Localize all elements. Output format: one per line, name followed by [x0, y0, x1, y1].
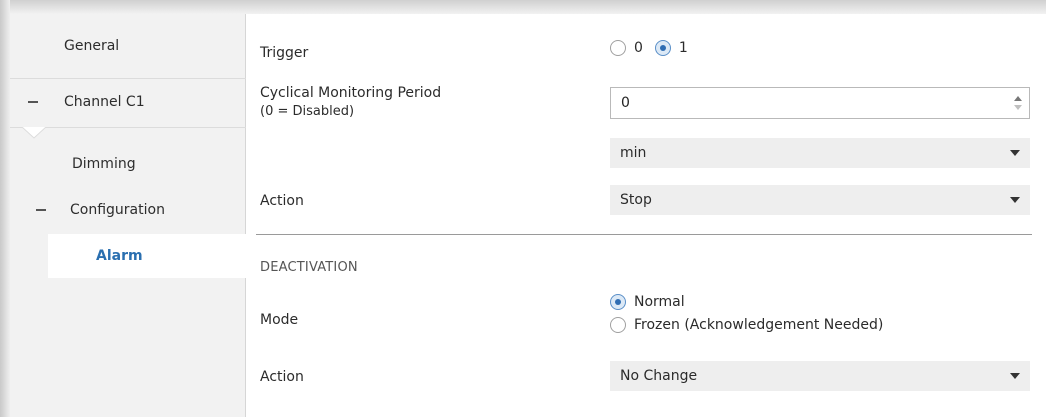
chevron-down-icon	[1010, 150, 1020, 156]
section-divider	[256, 234, 1032, 235]
spin-arrows[interactable]	[1007, 88, 1029, 118]
chevron-down-icon	[22, 127, 46, 139]
mode-option-label: Frozen (Acknowledgement Needed)	[634, 317, 884, 333]
trigger-radio-1[interactable]	[654, 40, 671, 56]
mode-radio-normal[interactable]: Normal	[610, 294, 685, 310]
sidebar-item-label: Configuration	[70, 202, 165, 218]
sidebar-item-alarm[interactable]: Alarm	[48, 234, 247, 278]
select-value: min	[620, 145, 647, 161]
deactivation-action-select[interactable]: No Change	[610, 361, 1030, 391]
sidebar-divider	[46, 127, 246, 128]
chevron-down-icon	[1010, 373, 1020, 379]
select-value: No Change	[620, 368, 698, 384]
trigger-option-label: 0	[634, 40, 643, 56]
sidebar-item-label: General	[64, 38, 120, 54]
app-frame: General Channel C1 Dimming Configuration…	[0, 0, 1046, 417]
cyclical-period-spinbox[interactable]: 0	[610, 87, 1030, 119]
mode-radio-normal-button[interactable]	[610, 294, 626, 310]
window-shadow-left	[0, 0, 10, 417]
sidebar-item-label: Alarm	[96, 248, 143, 264]
trigger-option-label: 1	[678, 40, 688, 56]
cyclical-period-value: 0	[621, 95, 630, 111]
sidebar-nav: General Channel C1 Dimming Configuration…	[10, 14, 247, 417]
sidebar-item-dimming[interactable]: Dimming	[10, 142, 246, 186]
cyclical-period-label: Cyclical Monitoring Period	[260, 85, 442, 101]
sidebar-item-configuration[interactable]: Configuration	[10, 188, 246, 232]
chevron-down-icon	[1010, 197, 1020, 203]
collapse-icon[interactable]	[28, 101, 38, 103]
window-shadow-top	[0, 0, 1046, 14]
mode-option-label: Normal	[634, 294, 685, 310]
deactivation-action-label: Action	[260, 369, 304, 385]
arrow-up-icon[interactable]	[1014, 96, 1022, 101]
sidebar-divider	[10, 78, 246, 79]
sidebar-divider	[10, 127, 22, 128]
action-select[interactable]: Stop	[610, 185, 1030, 215]
select-value: Stop	[620, 192, 652, 208]
sidebar-item-channel-c1[interactable]: Channel C1	[10, 80, 246, 124]
mode-radio-frozen-button[interactable]	[610, 317, 626, 333]
sidebar-item-label: Channel C1	[64, 94, 145, 110]
mode-label: Mode	[260, 312, 299, 328]
trigger-radio-0[interactable]	[610, 40, 626, 56]
arrow-down-icon[interactable]	[1014, 105, 1022, 110]
trigger-radio-group: 0 1	[610, 40, 688, 56]
action-label: Action	[260, 193, 304, 209]
collapse-icon[interactable]	[36, 209, 46, 211]
parameters-panel: Trigger 0 1 Cyclical Monitoring Period (…	[246, 14, 1046, 417]
sidebar-item-label: Dimming	[72, 156, 136, 172]
cyclical-period-hint: (0 = Disabled)	[260, 104, 355, 119]
mode-radio-frozen[interactable]: Frozen (Acknowledgement Needed)	[610, 317, 883, 333]
parameters-window: General Channel C1 Dimming Configuration…	[10, 14, 1046, 417]
cyclical-period-unit-select[interactable]: min	[610, 138, 1030, 168]
deactivation-section-title: DEACTIVATION	[260, 260, 358, 275]
sidebar-item-general[interactable]: General	[10, 24, 246, 68]
trigger-label: Trigger	[260, 45, 309, 61]
